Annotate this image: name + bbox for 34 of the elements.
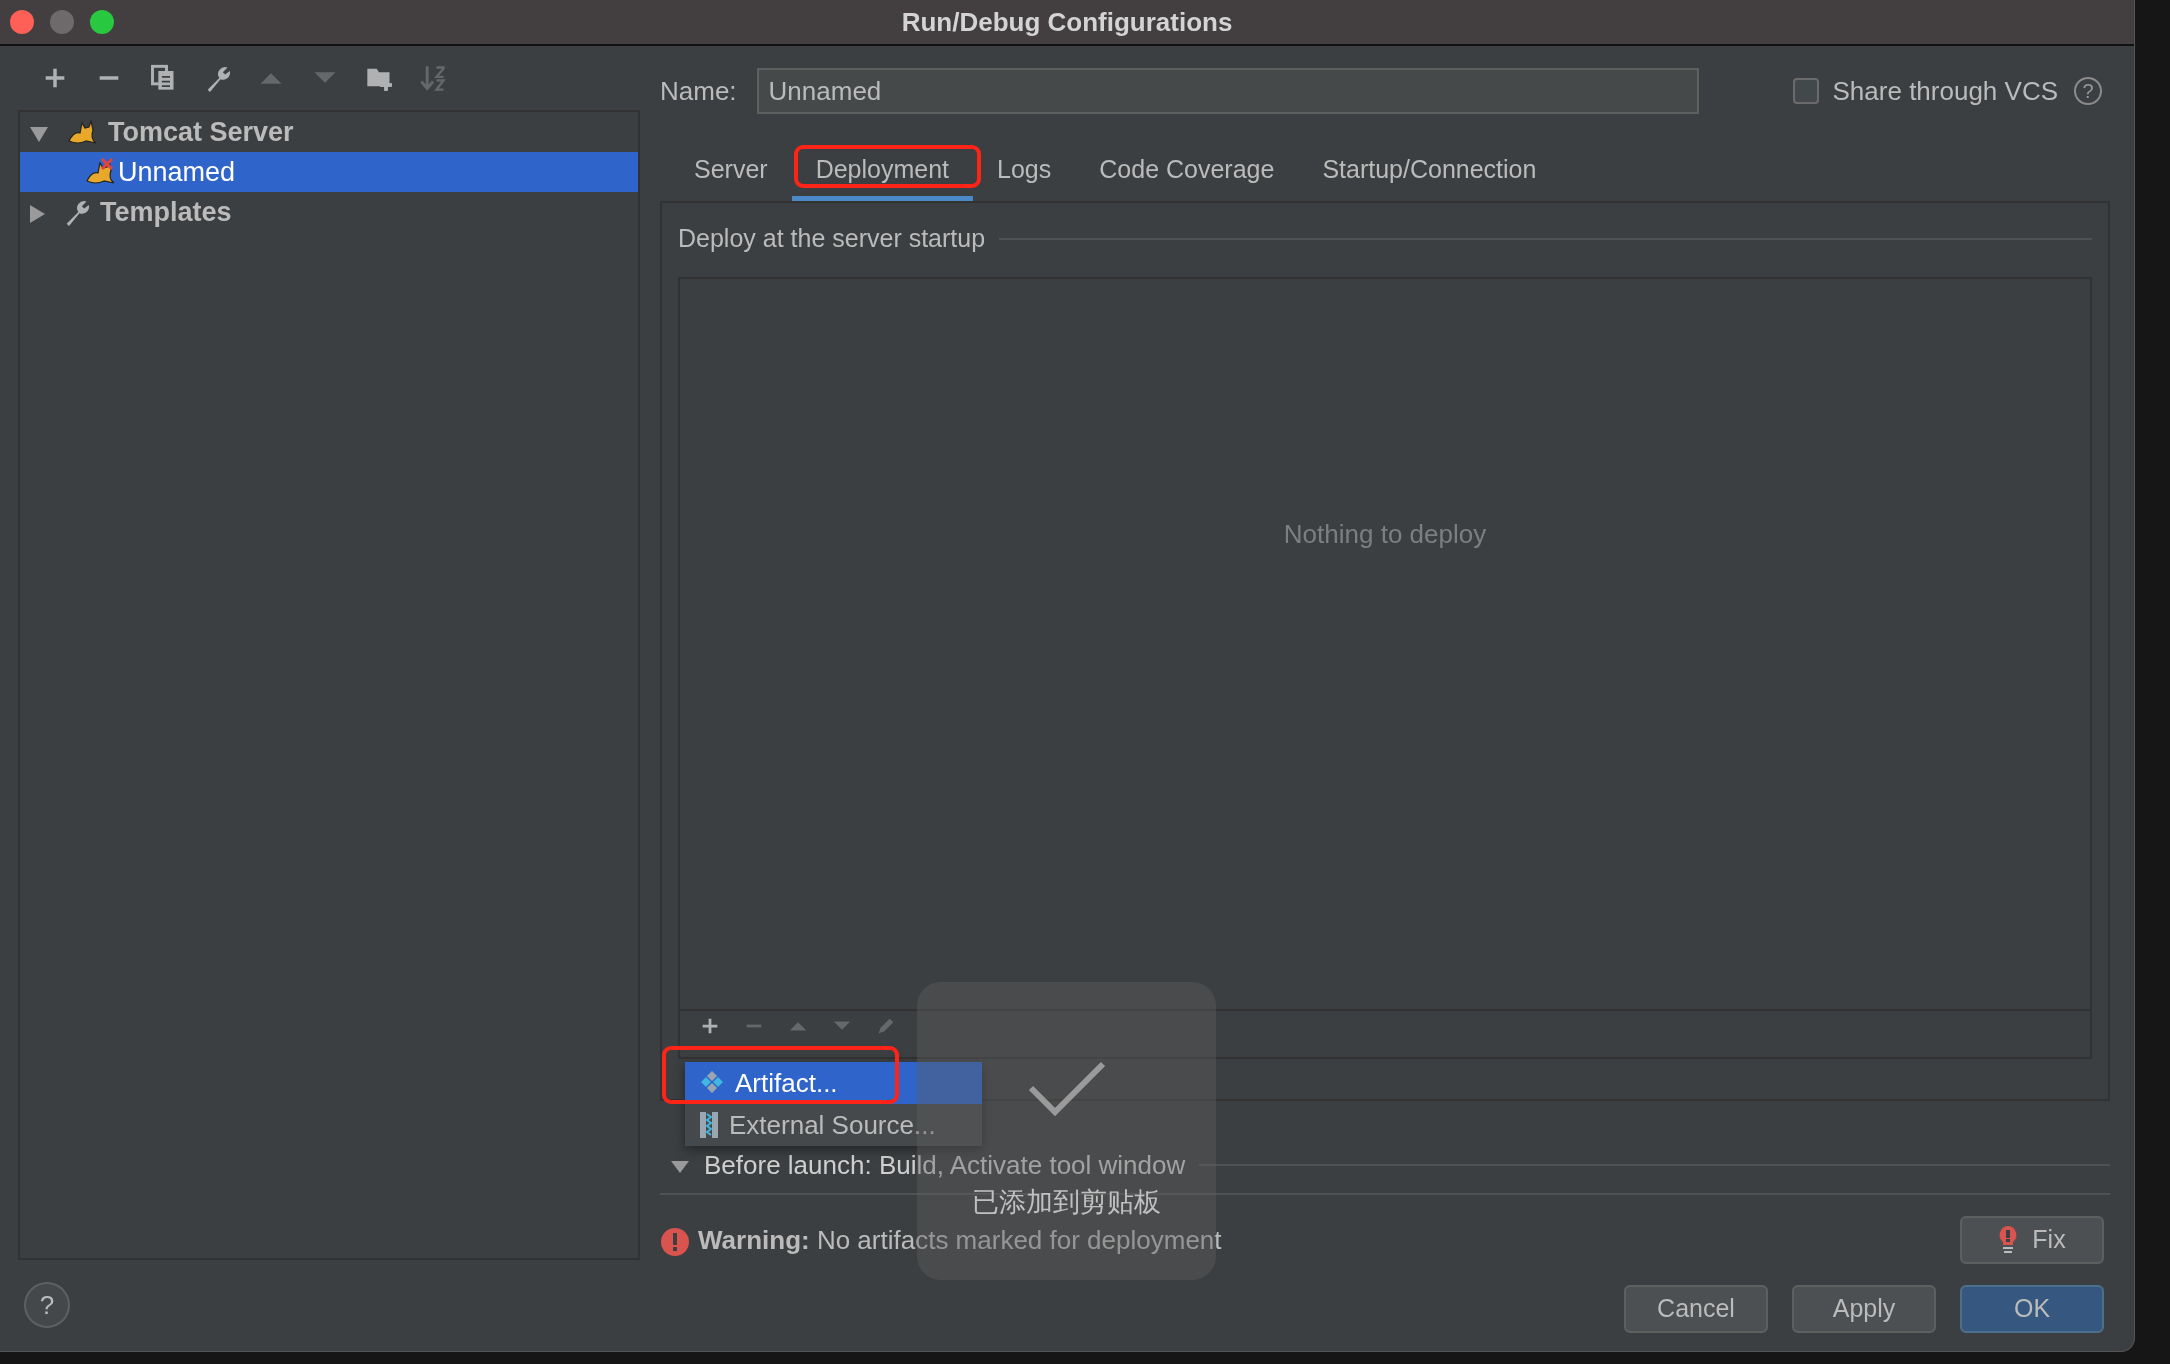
zoom-button[interactable] bbox=[90, 10, 114, 34]
name-field[interactable]: Unnamed bbox=[756, 68, 1699, 114]
fix-button[interactable]: Fix bbox=[1960, 1216, 2104, 1264]
dialog-button[interactable]: Apply bbox=[1792, 1285, 1936, 1333]
menu-item[interactable]: Artifact... bbox=[685, 1062, 982, 1104]
dialog-button[interactable]: Cancel bbox=[1624, 1285, 1768, 1333]
dialog-button[interactable]: OK bbox=[1960, 1285, 2104, 1333]
warning-message: Warning: No artifacts marked for deployment bbox=[698, 1223, 1222, 1257]
minimize-button[interactable] bbox=[50, 10, 74, 34]
tree-item[interactable]: Tomcat Server bbox=[20, 112, 638, 152]
tab[interactable]: Deployment bbox=[791, 143, 974, 201]
tree-item[interactable]: Templates bbox=[20, 192, 638, 232]
zipper-icon bbox=[699, 1111, 719, 1139]
help-icon[interactable]: ? bbox=[2074, 77, 2102, 105]
diamond-icon bbox=[699, 1070, 725, 1096]
help-button[interactable]: ? bbox=[24, 1282, 70, 1328]
tab[interactable]: Code Coverage bbox=[1075, 143, 1299, 201]
tab[interactable]: Server bbox=[670, 143, 792, 201]
section-title: Deploy at the server startup bbox=[678, 223, 986, 255]
window-title: Run/Debug Configurations bbox=[901, 6, 1233, 39]
share-label: Share through VCS bbox=[1832, 74, 2058, 108]
toast-text: 已添加到剪贴板 bbox=[972, 1186, 1161, 1219]
before-launch-header[interactable]: Before launch: Build, Activate tool window bbox=[704, 1145, 1186, 1185]
tree-item[interactable]: Unnamed bbox=[20, 152, 638, 192]
tab[interactable]: Logs bbox=[973, 143, 1076, 201]
bulb-icon bbox=[1998, 1225, 2019, 1255]
close-button[interactable] bbox=[10, 10, 34, 34]
cat-icon bbox=[66, 117, 98, 147]
share-checkbox[interactable] bbox=[1792, 78, 1819, 104]
cat-icon bbox=[84, 157, 116, 187]
name-label: Name: bbox=[660, 74, 737, 108]
menu-item[interactable]: External Source... bbox=[685, 1104, 982, 1146]
tab[interactable]: Startup/Connection bbox=[1298, 143, 1561, 201]
empty-message: Nothing to deploy bbox=[1283, 518, 1487, 551]
